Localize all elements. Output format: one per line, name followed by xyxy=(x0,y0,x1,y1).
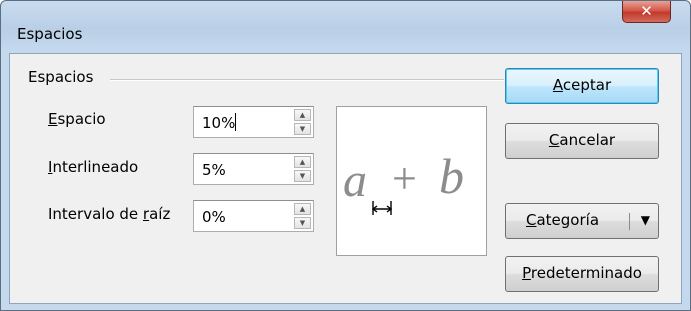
default-button[interactable]: Predeterminado xyxy=(505,256,659,292)
category-button[interactable]: Categoría ▼ xyxy=(505,203,659,239)
line-spacing-label: Interlineado xyxy=(48,158,139,176)
formula-b: b xyxy=(439,148,464,204)
line-spacing-spinbox[interactable]: 5% ▲ ▼ xyxy=(193,153,314,185)
dialog-window: Espacios ✕ Espacios Espacio 10% ▲ ▼ Inte… xyxy=(0,0,691,311)
category-separator xyxy=(629,213,630,230)
window-title: Espacios xyxy=(17,25,83,43)
spin-down-icon[interactable]: ▼ xyxy=(294,217,311,229)
line-spacing-spin-arrows: ▲ ▼ xyxy=(294,156,311,182)
spin-down-icon[interactable]: ▼ xyxy=(294,170,311,182)
close-button[interactable]: ✕ xyxy=(622,1,671,23)
formula-a: a xyxy=(343,154,367,207)
root-spacing-value[interactable]: 0% xyxy=(202,208,226,226)
title-bar[interactable]: Espacios ✕ xyxy=(1,1,690,53)
horizontal-spacing-icon xyxy=(371,201,393,215)
close-icon: ✕ xyxy=(640,2,653,20)
spin-up-icon[interactable]: ▲ xyxy=(294,203,311,215)
cancel-button[interactable]: Cancelar xyxy=(505,123,659,159)
formula-preview: a + b xyxy=(336,106,487,256)
spin-down-icon[interactable]: ▼ xyxy=(294,123,311,135)
formula-preview-graphic: a + b xyxy=(343,148,464,215)
accept-button[interactable]: Aceptar xyxy=(505,68,659,104)
spacing-value[interactable]: 10% xyxy=(202,114,235,132)
line-spacing-value[interactable]: 5% xyxy=(202,161,226,179)
group-title: Espacios xyxy=(28,68,100,86)
group-divider xyxy=(110,79,504,81)
root-spacing-spin-arrows: ▲ ▼ xyxy=(294,203,311,229)
spacing-label: Espacio xyxy=(48,110,106,128)
chevron-down-icon[interactable]: ▼ xyxy=(641,204,650,237)
spacing-spin-arrows: ▲ ▼ xyxy=(294,109,311,135)
formula-plus: + xyxy=(392,154,417,203)
root-spacing-label: Intervalo de raíz xyxy=(48,205,171,223)
spin-up-icon[interactable]: ▲ xyxy=(294,109,311,121)
root-spacing-spinbox[interactable]: 0% ▲ ▼ xyxy=(193,200,314,232)
text-caret xyxy=(235,113,236,131)
spacing-spinbox[interactable]: 10% ▲ ▼ xyxy=(193,106,314,138)
spin-up-icon[interactable]: ▲ xyxy=(294,156,311,168)
dialog-body: Espacios Espacio 10% ▲ ▼ Interlineado 5%… xyxy=(9,53,682,304)
